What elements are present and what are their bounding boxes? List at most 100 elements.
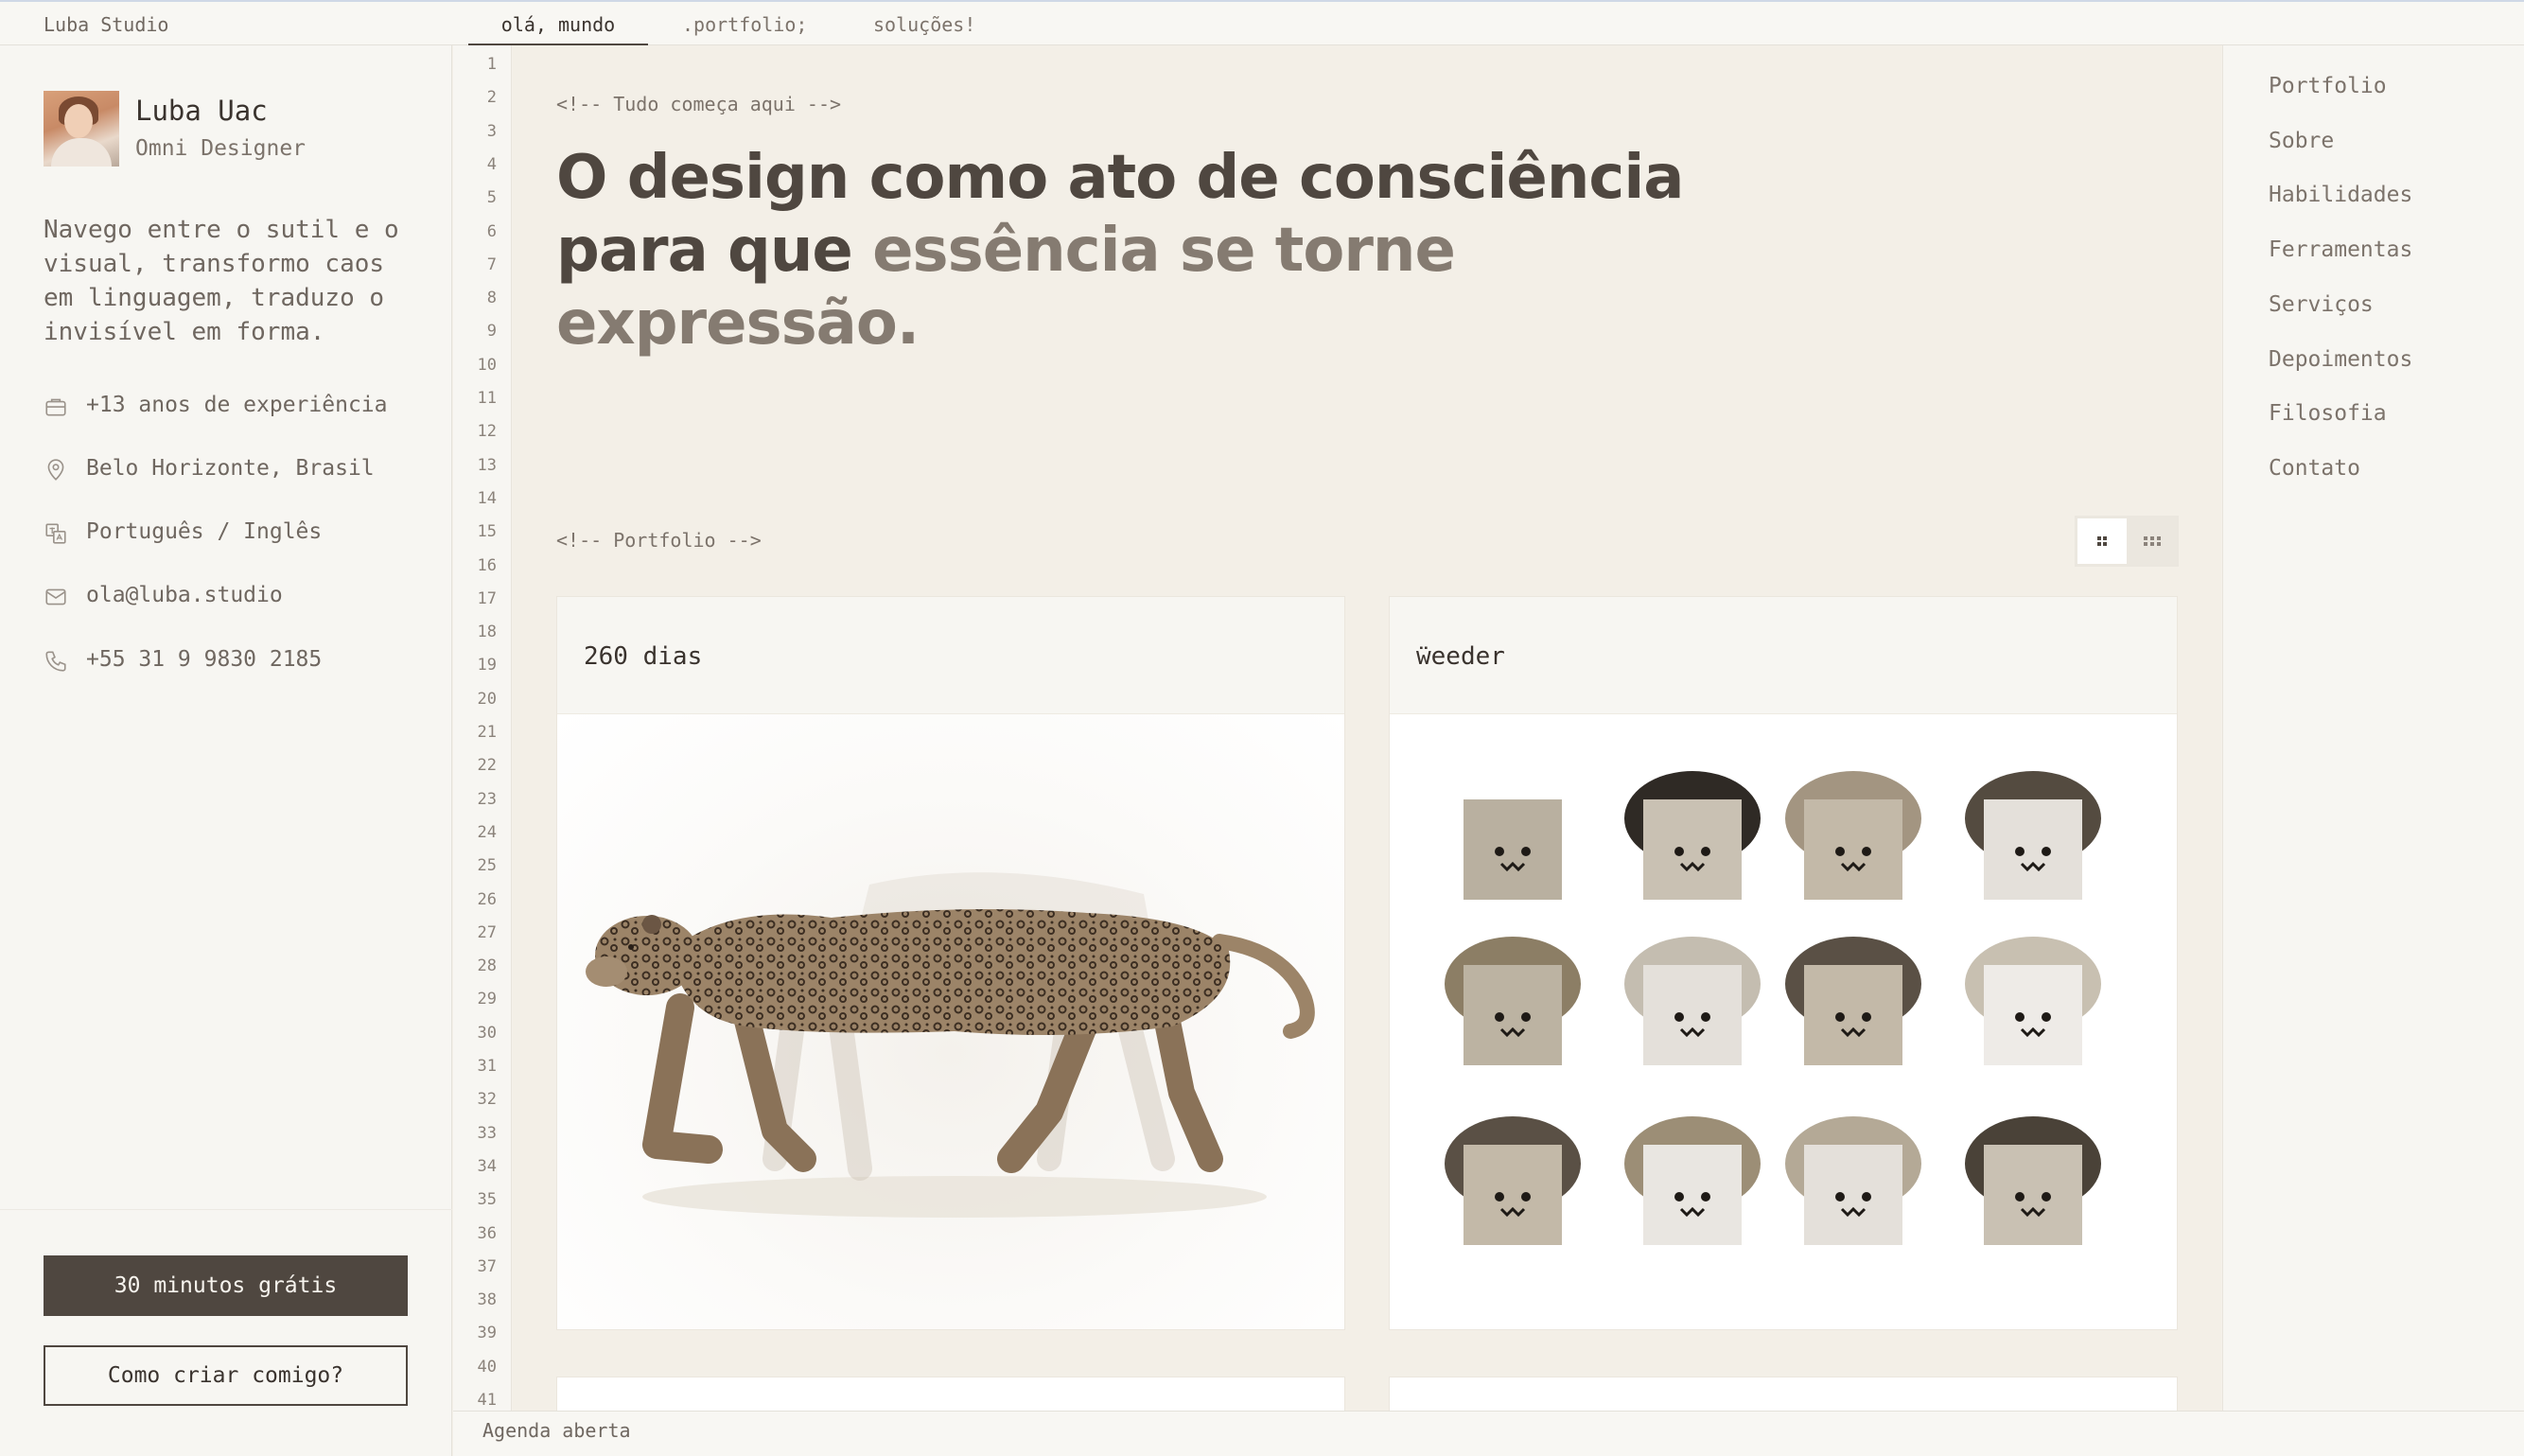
portfolio-comment: <!-- Portfolio -->	[556, 529, 762, 552]
avatar-face	[1624, 937, 1761, 1065]
intro-comment: <!-- Tudo começa aqui -->	[556, 93, 842, 115]
line-number: 11	[477, 389, 497, 408]
nav-item-4[interactable]: Serviços	[2269, 292, 2374, 317]
main-content: <!-- Tudo começa aqui --> O design como …	[513, 45, 2221, 1411]
brand-name[interactable]: Luba Studio	[44, 13, 168, 36]
line-number: 28	[477, 956, 497, 976]
line-number: 35	[477, 1190, 497, 1210]
line-number: 36	[477, 1223, 497, 1243]
nav-item-7[interactable]: Contato	[2269, 456, 2360, 481]
avatars-grid-image[interactable]	[1390, 714, 2177, 1329]
card-header: 260 dias	[557, 597, 1344, 714]
avatar-face	[1965, 771, 2101, 900]
phone-icon	[45, 651, 66, 672]
grid-3-view-button[interactable]	[2128, 518, 2177, 564]
profile-role: Omni Designer	[135, 136, 307, 161]
line-number: 22	[477, 756, 497, 776]
mail-icon	[45, 588, 66, 605]
nav-item-0[interactable]: Portfolio	[2269, 74, 2387, 98]
free-call-button[interactable]: 30 minutos grátis	[44, 1255, 408, 1316]
info-text: +13 anos de experiência	[86, 393, 388, 417]
line-number: 14	[477, 488, 497, 508]
avatar-face	[1624, 771, 1761, 900]
leopard-image[interactable]	[557, 714, 1344, 1329]
section-nav: Portfolio Sobre Habilidades Ferramentas Serv…	[2222, 45, 2524, 1411]
line-number: 41	[477, 1391, 497, 1410]
portfolio-card[interactable]	[1389, 1377, 2178, 1411]
line-number: 6	[486, 221, 497, 241]
avatar	[44, 91, 119, 167]
nav-item-2[interactable]: Habilidades	[2269, 183, 2412, 207]
view-toggle	[2075, 516, 2179, 567]
tab-solucoes[interactable]: soluções!	[873, 13, 975, 45]
portfolio-card[interactable]: 260 dias	[556, 596, 1345, 1330]
info-text[interactable]: ola@luba.studio	[86, 583, 283, 607]
avatar-face	[1624, 1116, 1761, 1245]
avatar-face	[1785, 1116, 1921, 1245]
line-number: 16	[477, 555, 497, 575]
nav-item-3[interactable]: Ferramentas	[2269, 237, 2412, 262]
line-number: 29	[477, 990, 497, 1009]
line-number: 15	[477, 522, 497, 542]
line-number: 12	[477, 422, 497, 442]
avatar-face	[1445, 1116, 1581, 1245]
location-pin-icon	[47, 459, 64, 481]
hero-line-3: expressão.	[556, 289, 920, 359]
info-text: Português / Inglês	[86, 519, 323, 544]
portfolio-card[interactable]	[556, 1377, 1345, 1411]
line-number: 2	[486, 88, 497, 108]
line-number: 13	[477, 455, 497, 475]
line-number: 4	[486, 154, 497, 174]
nav-item-5[interactable]: Depoimentos	[2269, 347, 2412, 372]
grid-large-icon	[2144, 536, 2161, 546]
avatar-face	[1785, 771, 1921, 900]
line-number: 7	[486, 254, 497, 274]
line-number: 18	[477, 623, 497, 642]
line-number: 31	[477, 1057, 497, 1076]
line-number: 5	[486, 188, 497, 208]
line-number: 10	[477, 355, 497, 375]
line-number: 19	[477, 656, 497, 675]
tab-portfolio[interactable]: .portfolio;	[682, 13, 807, 45]
line-number: 20	[477, 689, 497, 709]
hero-line-2-dark: para que	[556, 216, 873, 286]
nav-item-1[interactable]: Sobre	[2269, 129, 2334, 153]
grid-2-view-button[interactable]	[2077, 518, 2127, 564]
avatar-face	[1965, 937, 2101, 1065]
profile-sidebar: Luba Uac Omni Designer Navego entre o su…	[0, 45, 452, 1456]
avatar-face	[1464, 799, 1562, 900]
line-number: 1	[486, 55, 497, 74]
top-bar: Luba Studio olá, mundo .portfolio; soluç…	[0, 0, 2524, 45]
line-number: 3	[486, 121, 497, 141]
avatar-face	[1785, 937, 1921, 1065]
line-number: 30	[477, 1023, 497, 1043]
hero-line-2-muted: essência se torne	[872, 216, 1456, 286]
tab-ola-mundo[interactable]: olá, mundo	[468, 13, 648, 45]
line-number: 34	[477, 1156, 497, 1176]
line-number: 33	[477, 1123, 497, 1143]
status-bar: Agenda aberta	[453, 1411, 2524, 1456]
profile-name: Luba Uac	[135, 95, 268, 127]
line-number: 39	[477, 1324, 497, 1343]
nav-item-6[interactable]: Filosofia	[2269, 401, 2387, 426]
card-title[interactable]: 260 dias	[584, 642, 702, 671]
line-number: 9	[486, 322, 497, 342]
card-title[interactable]: ẅeeder	[1416, 642, 1505, 671]
profile-bio: Navego entre o sutil e o visual, transfo…	[44, 216, 399, 346]
line-number: 32	[477, 1090, 497, 1110]
card-header: ẅeeder	[1390, 597, 2177, 714]
portfolio-card[interactable]: ẅeeder	[1389, 596, 2178, 1330]
line-number: 21	[477, 723, 497, 742]
line-number: 26	[477, 889, 497, 909]
how-to-create-button[interactable]: Como criar comigo?	[44, 1345, 408, 1406]
line-number: 25	[477, 856, 497, 876]
status-text: Agenda aberta	[482, 1419, 631, 1442]
divider	[0, 1209, 452, 1210]
hero-line-1: O design como ato de consciência	[556, 143, 1684, 213]
info-text[interactable]: +55 31 9 9830 2185	[86, 647, 322, 672]
line-number: 23	[477, 789, 497, 809]
line-number: 17	[477, 588, 497, 608]
avatar-face	[1965, 1116, 2101, 1245]
line-number-gutter: 1 2 3 4 5 6 7 8 9 10 11 12 13 14 15 16 17 18 19 20 21 22 23 24 2…	[453, 45, 512, 1411]
avatar-face	[1445, 937, 1581, 1065]
